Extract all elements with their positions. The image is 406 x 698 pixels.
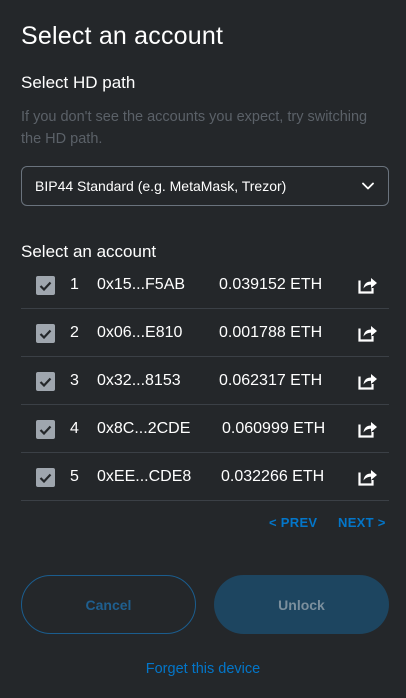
account-row: 4 0x8C...2CDE 0.060999 ETH [21, 405, 389, 453]
hd-path-dropdown[interactable]: BIP44 Standard (e.g. MetaMask, Trezor) [21, 166, 389, 206]
account-row: 5 0xEE...CDE8 0.032266 ETH [21, 453, 389, 501]
checkmark-icon [39, 377, 52, 387]
account-address: 0x06...E810 [97, 323, 183, 341]
account-address: 0xEE...CDE8 [97, 467, 192, 485]
account-balance: 0.032266 ETH [221, 467, 325, 485]
account-balance: 0.060999 ETH [222, 419, 326, 437]
account-index: 5 [70, 467, 79, 485]
external-link-icon[interactable] [357, 275, 379, 295]
hd-path-selected-value: BIP44 Standard (e.g. MetaMask, Trezor) [35, 178, 287, 194]
checkmark-icon [39, 281, 52, 291]
account-address: 0x15...F5AB [97, 275, 186, 293]
account-balance: 0.062317 ETH [219, 371, 323, 389]
accounts-title: Select an account [21, 242, 157, 261]
account-balance: 0.039152 ETH [219, 275, 323, 293]
unlock-button[interactable]: Unlock [214, 575, 389, 634]
hd-path-title: Select HD path [21, 73, 136, 92]
checkmark-icon [39, 473, 52, 483]
account-row: 1 0x15...F5AB 0.039152 ETH [21, 261, 389, 309]
account-checkbox[interactable] [36, 276, 55, 295]
account-checkbox[interactable] [36, 372, 55, 391]
pagination-next-button[interactable]: NEXT > [338, 515, 386, 530]
account-index: 1 [70, 275, 79, 293]
checkmark-icon [39, 425, 52, 435]
page-title: Select an account [21, 22, 224, 50]
chevron-down-icon [362, 182, 374, 190]
account-address: 0x8C...2CDE [97, 419, 191, 437]
account-row: 2 0x06...E810 0.001788 ETH [21, 309, 389, 357]
account-checkbox[interactable] [36, 468, 55, 487]
account-list: 1 0x15...F5AB 0.039152 ETH 2 0x06...E810… [21, 261, 389, 501]
external-link-icon[interactable] [357, 323, 379, 343]
account-index: 3 [70, 371, 79, 389]
hd-path-help-text: If you don't see the accounts you expect… [21, 109, 368, 147]
account-checkbox[interactable] [36, 420, 55, 439]
account-balance: 0.001788 ETH [219, 323, 323, 341]
account-row: 3 0x32...8153 0.062317 ETH [21, 357, 389, 405]
cancel-button[interactable]: Cancel [21, 575, 196, 634]
external-link-icon[interactable] [357, 419, 379, 439]
external-link-icon[interactable] [357, 371, 379, 391]
external-link-icon[interactable] [357, 467, 379, 487]
checkmark-icon [39, 329, 52, 339]
pagination-prev-button[interactable]: < PREV [269, 515, 317, 530]
account-checkbox[interactable] [36, 324, 55, 343]
forget-device-link[interactable]: Forget this device [0, 661, 406, 677]
account-index: 2 [70, 323, 79, 341]
account-address: 0x32...8153 [97, 371, 181, 389]
account-index: 4 [70, 419, 79, 437]
